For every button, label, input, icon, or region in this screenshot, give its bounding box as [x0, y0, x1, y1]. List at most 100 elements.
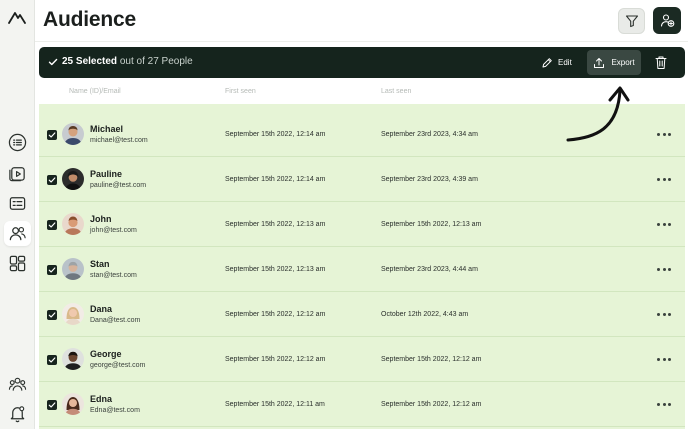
- last-seen-value: September 15th 2022, 12:13 am: [381, 221, 482, 228]
- last-seen-value: September 23rd 2023, 4:39 am: [381, 176, 478, 183]
- person-email: pauline@test.com: [90, 182, 147, 189]
- grid-icon: [9, 255, 26, 272]
- check-icon[interactable]: [48, 57, 58, 67]
- person-name: George: [90, 349, 122, 359]
- avatar: [62, 303, 84, 325]
- audience-icon: [9, 226, 26, 241]
- avatar: [62, 168, 84, 190]
- more-options-icon[interactable]: [657, 129, 671, 139]
- more-options-icon[interactable]: [657, 174, 671, 184]
- person-email: john@test.com: [90, 227, 137, 234]
- check-icon: [48, 357, 56, 363]
- sidebar-item-notifications[interactable]: [4, 401, 31, 426]
- table-row[interactable]: Edna Edna@test.com September 15th 2022, …: [39, 382, 685, 427]
- selected-count: 25 Selected: [62, 56, 118, 67]
- person-email: michael@test.com: [90, 137, 148, 144]
- person-email: stan@test.com: [90, 272, 137, 279]
- check-icon: [48, 402, 56, 408]
- avatar: [62, 393, 84, 415]
- row-checkbox[interactable]: [47, 220, 57, 230]
- person-name: Dana: [90, 304, 113, 314]
- avatar: [62, 258, 84, 280]
- edit-label: Edit: [558, 58, 572, 67]
- more-options-icon[interactable]: [657, 354, 671, 364]
- trash-icon[interactable]: [654, 55, 668, 70]
- first-seen-value: September 15th 2022, 12:11 am: [225, 401, 325, 408]
- sidebar-item-cards[interactable]: [4, 191, 31, 216]
- first-seen-value: September 15th 2022, 12:12 am: [225, 311, 326, 318]
- more-options-icon[interactable]: [657, 264, 671, 274]
- last-seen-value: September 23rd 2023, 4:34 am: [381, 131, 478, 138]
- check-icon: [48, 222, 56, 228]
- first-seen-value: September 15th 2022, 12:13 am: [225, 221, 326, 228]
- check-icon: [48, 177, 56, 183]
- table-row[interactable]: John john@test.com September 15th 2022, …: [39, 202, 685, 247]
- page-title: Audience: [43, 8, 136, 31]
- team-icon: [8, 377, 27, 391]
- add-audience-button[interactable]: [653, 7, 681, 34]
- last-seen-value: October 12th 2022, 4:43 am: [381, 311, 469, 318]
- row-checkbox[interactable]: [47, 265, 57, 275]
- avatar: [62, 123, 84, 145]
- check-icon: [48, 267, 56, 273]
- export-button[interactable]: Export: [587, 50, 641, 75]
- export-label: Export: [611, 58, 635, 67]
- column-header-first-seen[interactable]: First seen: [225, 88, 256, 95]
- check-icon: [48, 132, 56, 138]
- mountain-logo-icon[interactable]: [8, 10, 26, 24]
- person-name: Pauline: [90, 169, 123, 179]
- first-seen-value: September 15th 2022, 12:13 am: [225, 266, 326, 273]
- person-email: george@test.com: [90, 362, 146, 369]
- upload-icon: [594, 57, 605, 68]
- row-checkbox[interactable]: [47, 355, 57, 365]
- row-checkbox[interactable]: [47, 400, 57, 410]
- table-row[interactable]: Pauline pauline@test.com September 15th …: [39, 157, 685, 202]
- person-email: Dana@test.com: [90, 317, 141, 324]
- header-divider: [35, 41, 688, 42]
- filter-button[interactable]: [618, 8, 645, 34]
- avatar: [62, 213, 84, 235]
- person-email: Edna@test.com: [90, 407, 140, 414]
- card-icon: [9, 197, 26, 210]
- app-window: Audience 25 Selected out of 27 People Ed…: [0, 0, 688, 429]
- first-seen-value: September 15th 2022, 12:14 am: [225, 176, 326, 183]
- column-header-last-seen[interactable]: Last seen: [381, 88, 411, 95]
- sidebar: [0, 0, 35, 429]
- column-header-name[interactable]: Name (ID)/Email: [69, 88, 121, 95]
- add-audience-icon: [660, 14, 674, 27]
- person-name: John: [90, 214, 112, 224]
- sidebar-item-widgets[interactable]: [4, 251, 31, 276]
- person-name: Edna: [90, 394, 113, 404]
- sidebar-item-videos[interactable]: [4, 161, 31, 186]
- play-icon: [9, 167, 25, 182]
- table-row[interactable]: Stan stan@test.com September 15th 2022, …: [39, 247, 685, 292]
- list-icon: [8, 133, 27, 152]
- last-seen-value: September 15th 2022, 12:12 am: [381, 401, 482, 408]
- filter-icon: [625, 15, 638, 28]
- more-options-icon[interactable]: [657, 219, 671, 229]
- last-seen-value: September 23rd 2023, 4:44 am: [381, 266, 478, 273]
- row-checkbox[interactable]: [47, 310, 57, 320]
- sidebar-item-audience[interactable]: [4, 221, 31, 246]
- table-row[interactable]: George george@test.com September 15th 20…: [39, 337, 685, 382]
- person-name: Stan: [90, 259, 110, 269]
- annotation-arrow-icon: [566, 86, 630, 142]
- bell-icon: [10, 406, 25, 423]
- last-seen-value: September 15th 2022, 12:12 am: [381, 356, 482, 363]
- audience-table: Michael michael@test.com September 15th …: [39, 104, 685, 429]
- row-checkbox[interactable]: [47, 175, 57, 185]
- selection-bar: 25 Selected out of 27 People Edit Export: [39, 47, 685, 78]
- selection-total: out of 27 People: [119, 56, 193, 67]
- edit-button[interactable]: Edit: [541, 53, 581, 72]
- selection-summary: 25 Selected out of 27 People: [62, 56, 193, 67]
- first-seen-value: September 15th 2022, 12:14 am: [225, 131, 326, 138]
- table-row[interactable]: Dana Dana@test.com September 15th 2022, …: [39, 292, 685, 337]
- row-checkbox[interactable]: [47, 130, 57, 140]
- sidebar-item-list[interactable]: [4, 130, 31, 155]
- more-options-icon[interactable]: [657, 309, 671, 319]
- sidebar-item-team[interactable]: [4, 372, 31, 397]
- first-seen-value: September 15th 2022, 12:12 am: [225, 356, 326, 363]
- check-icon: [48, 312, 56, 318]
- avatar: [62, 348, 84, 370]
- more-options-icon[interactable]: [657, 399, 671, 409]
